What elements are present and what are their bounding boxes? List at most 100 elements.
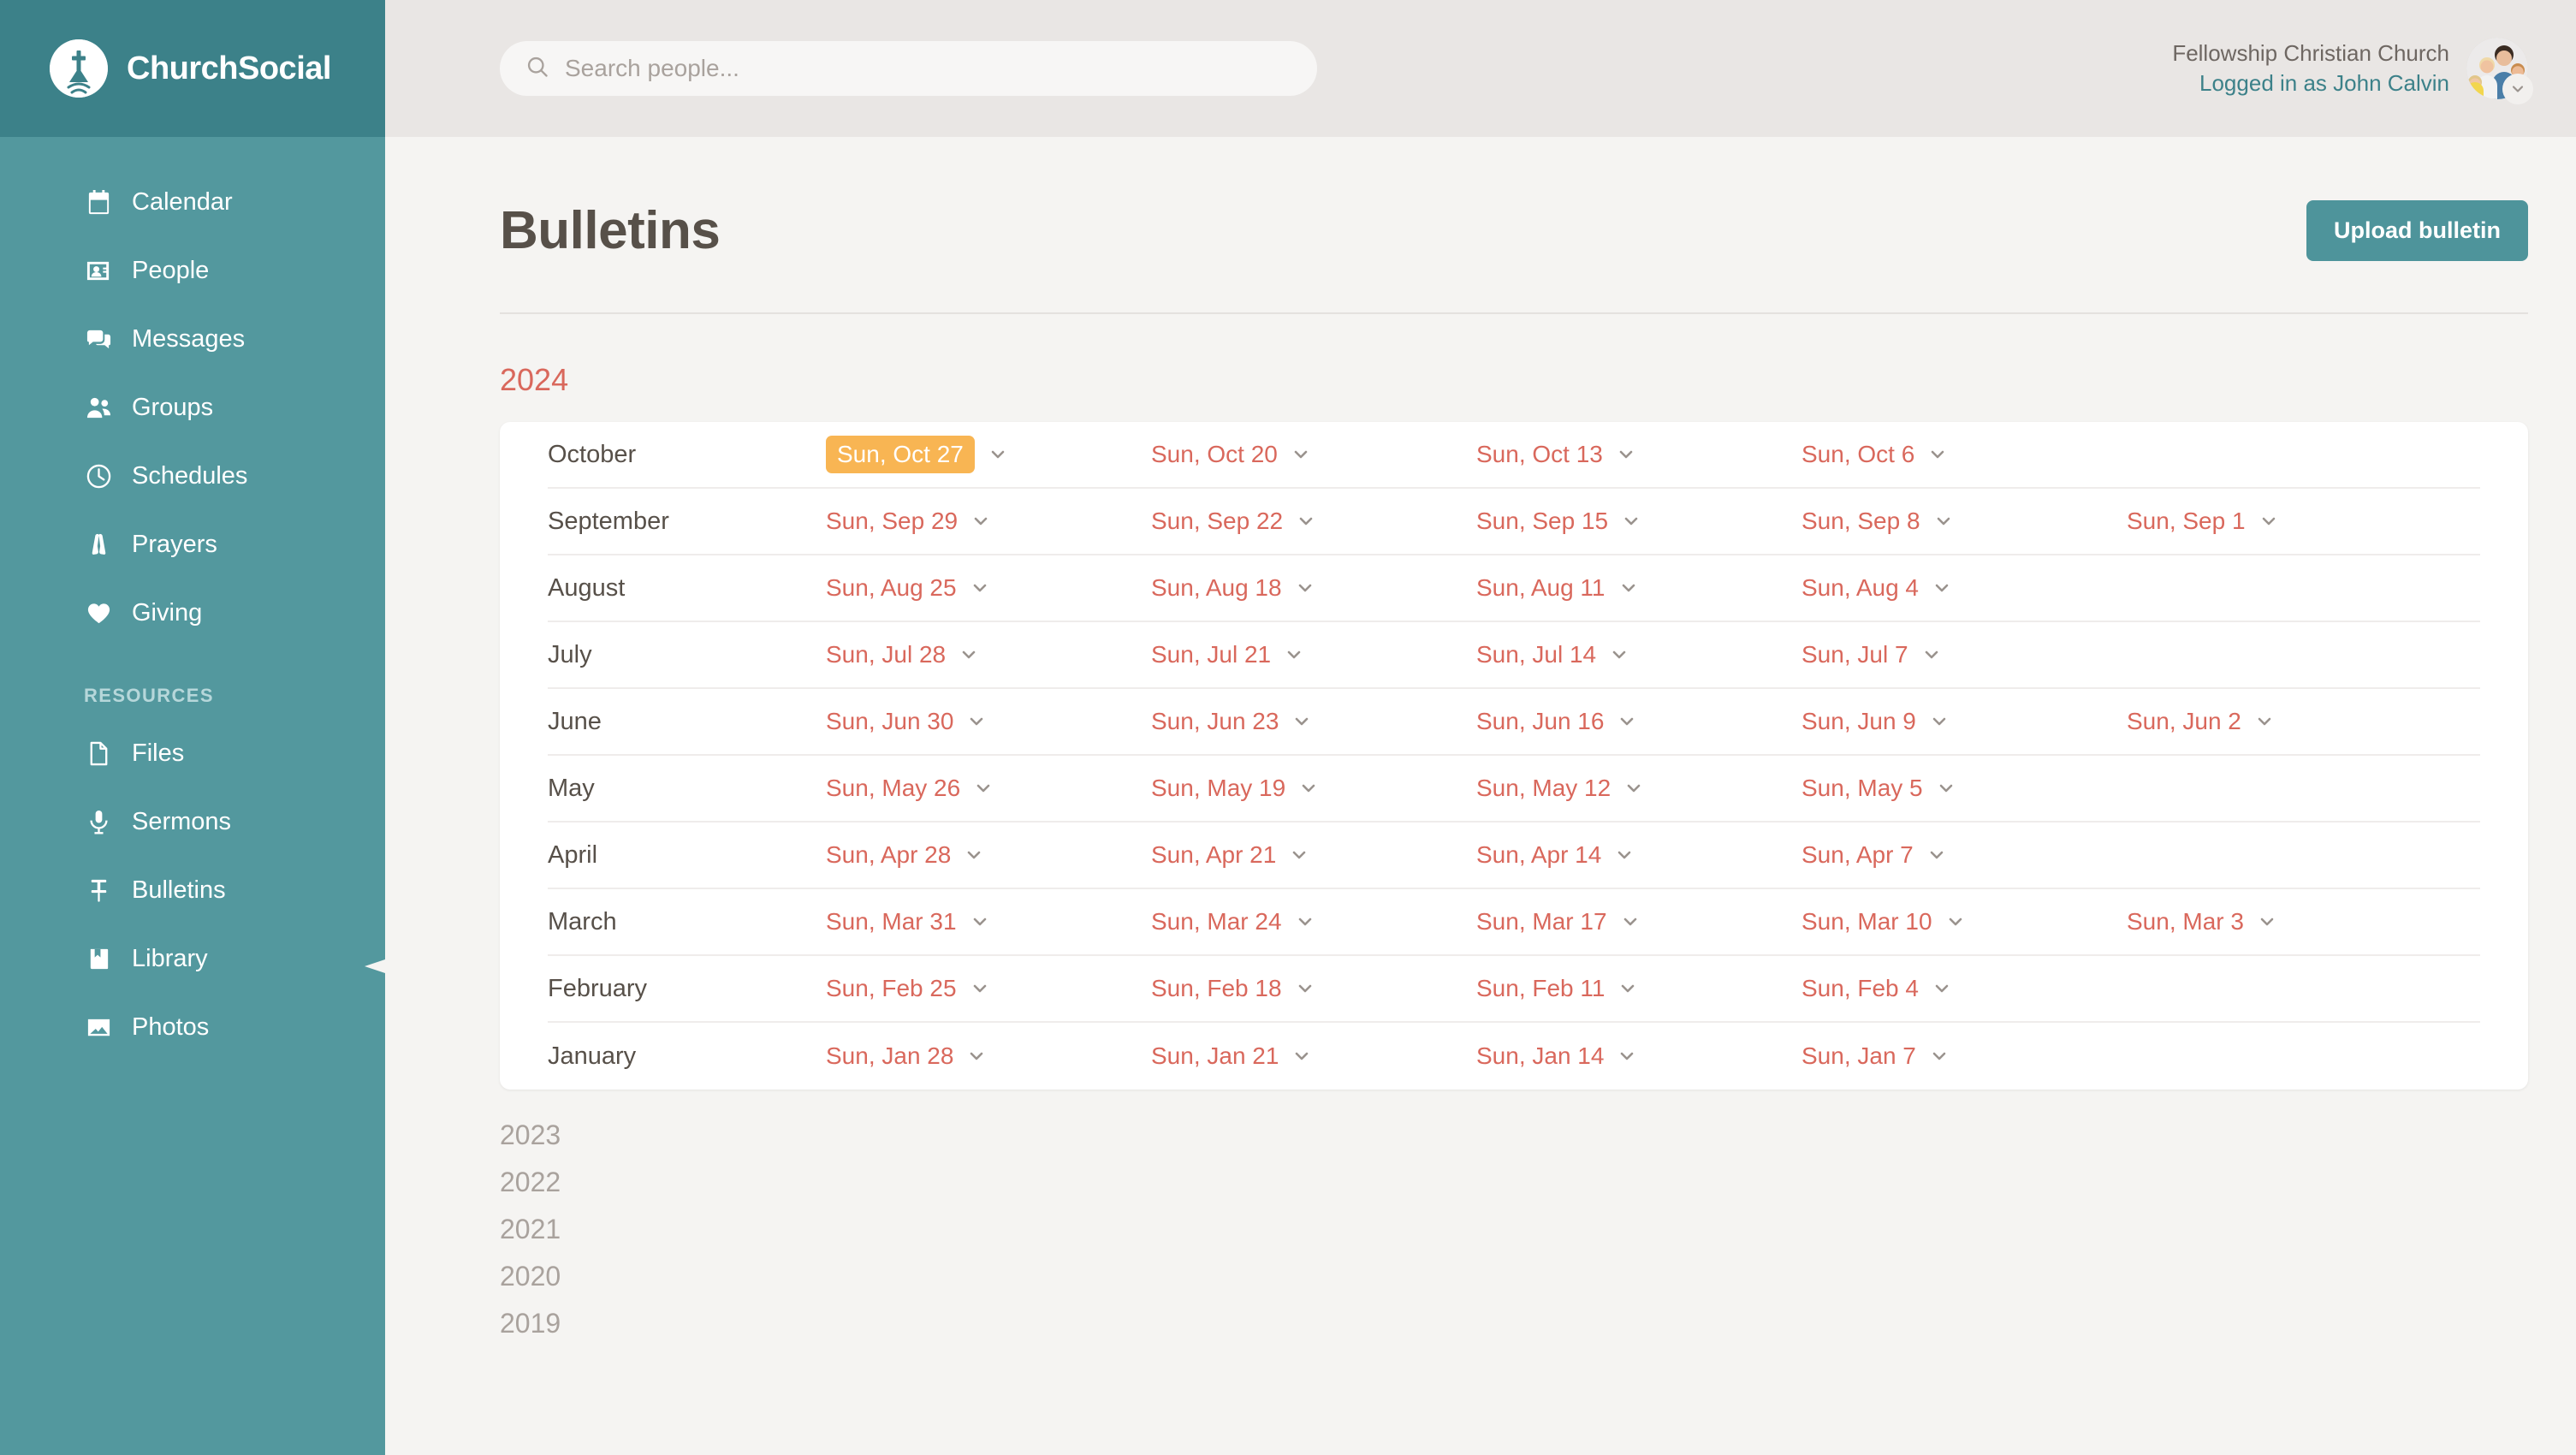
bulletin-date-link[interactable]: Sun, May 12 xyxy=(1476,775,1611,802)
year-link[interactable]: 2020 xyxy=(500,1253,2528,1300)
chevron-down-icon[interactable] xyxy=(1295,510,1317,532)
bulletin-date-link[interactable]: Sun, Oct 6 xyxy=(1801,441,1914,468)
chevron-down-icon[interactable] xyxy=(1617,977,1639,1000)
chevron-down-icon[interactable] xyxy=(1616,1045,1638,1067)
chevron-down-icon[interactable] xyxy=(1613,844,1635,866)
sidebar-item-sermons[interactable]: Sermons xyxy=(0,787,385,856)
chevron-down-icon[interactable] xyxy=(969,911,991,933)
chevron-down-icon[interactable] xyxy=(1608,644,1630,666)
chevron-down-icon[interactable] xyxy=(1291,710,1313,733)
bulletin-date-link[interactable]: Sun, Mar 31 xyxy=(826,908,957,935)
chevron-down-icon[interactable] xyxy=(1283,644,1305,666)
bulletin-date-link[interactable]: Sun, Jun 30 xyxy=(826,708,953,735)
bulletin-date-link[interactable]: Sun, Apr 7 xyxy=(1801,841,1914,869)
chevron-down-icon[interactable] xyxy=(970,510,992,532)
chevron-down-icon[interactable] xyxy=(1615,443,1637,466)
sidebar-item-prayers[interactable]: Prayers xyxy=(0,510,385,579)
chevron-down-icon[interactable] xyxy=(1931,977,1953,1000)
chevron-down-icon[interactable] xyxy=(1294,577,1316,599)
bulletin-date-link[interactable]: Sun, Feb 4 xyxy=(1801,975,1919,1002)
chevron-down-icon[interactable] xyxy=(1932,510,1955,532)
sidebar-item-people[interactable]: People xyxy=(0,236,385,305)
chevron-down-icon[interactable] xyxy=(1935,777,1957,799)
bulletin-date-link[interactable]: Sun, Feb 18 xyxy=(1151,975,1282,1002)
bulletin-date-link[interactable]: Sun, Apr 14 xyxy=(1476,841,1601,869)
sidebar-item-files[interactable]: Files xyxy=(0,719,385,787)
chevron-down-icon[interactable] xyxy=(1944,911,1967,933)
chevron-down-icon[interactable] xyxy=(1928,1045,1950,1067)
search-input[interactable]: Search people... xyxy=(500,41,1317,96)
bulletin-date-link[interactable]: Sun, Oct 20 xyxy=(1151,441,1278,468)
year-link[interactable]: 2019 xyxy=(500,1300,2528,1347)
bulletin-date-link[interactable]: Sun, Sep 29 xyxy=(826,508,958,535)
bulletin-date-link[interactable]: Sun, Oct 27 xyxy=(826,436,975,473)
bulletin-date-link[interactable]: Sun, Mar 3 xyxy=(2127,908,2244,935)
chevron-down-icon[interactable] xyxy=(965,1045,988,1067)
avatar-wrapper[interactable] xyxy=(2466,38,2533,104)
sidebar-item-giving[interactable]: Giving xyxy=(0,579,385,647)
chevron-down-icon[interactable] xyxy=(963,844,985,866)
bulletin-date-link[interactable]: Sun, May 19 xyxy=(1151,775,1285,802)
bulletin-date-link[interactable]: Sun, May 5 xyxy=(1801,775,1923,802)
chevron-down-icon[interactable] xyxy=(1920,644,1943,666)
chevron-down-icon[interactable] xyxy=(2258,510,2280,532)
year-link[interactable]: 2022 xyxy=(500,1159,2528,1206)
chevron-down-icon[interactable] xyxy=(969,977,991,1000)
bulletin-date-link[interactable]: Sun, Oct 13 xyxy=(1476,441,1603,468)
account-menu[interactable]: Fellowship Christian Church Logged in as… xyxy=(2172,38,2533,104)
bulletin-date-link[interactable]: Sun, Jan 28 xyxy=(826,1042,953,1070)
chevron-down-icon[interactable] xyxy=(1928,710,1950,733)
chevron-down-icon[interactable] xyxy=(1297,777,1320,799)
sidebar-collapse-handle[interactable] xyxy=(361,937,385,995)
bulletin-date-link[interactable]: Sun, Feb 11 xyxy=(1476,975,1605,1002)
bulletin-date-link[interactable]: Sun, Feb 25 xyxy=(826,975,957,1002)
sidebar-item-photos[interactable]: Photos xyxy=(0,993,385,1061)
bulletin-date-link[interactable]: Sun, Jan 21 xyxy=(1151,1042,1279,1070)
bulletin-date-link[interactable]: Sun, Apr 21 xyxy=(1151,841,1276,869)
sidebar-item-library[interactable]: Library xyxy=(0,924,385,993)
chevron-down-icon[interactable] xyxy=(1926,844,1948,866)
chevron-down-icon[interactable] xyxy=(1290,443,1312,466)
chevron-down-icon[interactable] xyxy=(1291,1045,1313,1067)
brand-header[interactable]: ChurchSocial xyxy=(0,0,385,137)
chevron-down-icon[interactable] xyxy=(1619,911,1641,933)
sidebar-item-bulletins[interactable]: Bulletins xyxy=(0,856,385,924)
bulletin-date-link[interactable]: Sun, Mar 17 xyxy=(1476,908,1607,935)
bulletin-date-link[interactable]: Sun, Sep 15 xyxy=(1476,508,1608,535)
sidebar-item-groups[interactable]: Groups xyxy=(0,373,385,442)
bulletin-date-link[interactable]: Sun, Sep 8 xyxy=(1801,508,1920,535)
bulletin-date-link[interactable]: Sun, Jul 21 xyxy=(1151,641,1271,668)
bulletin-date-link[interactable]: Sun, Mar 24 xyxy=(1151,908,1282,935)
chevron-down-icon[interactable] xyxy=(1623,777,1645,799)
bulletin-date-link[interactable]: Sun, Jan 7 xyxy=(1801,1042,1916,1070)
bulletin-date-link[interactable]: Sun, Sep 1 xyxy=(2127,508,2246,535)
sidebar-item-schedules[interactable]: Schedules xyxy=(0,442,385,510)
bulletin-date-link[interactable]: Sun, Mar 10 xyxy=(1801,908,1932,935)
chevron-down-icon[interactable] xyxy=(2256,911,2278,933)
chevron-down-icon[interactable] xyxy=(1620,510,1642,532)
bulletin-date-link[interactable]: Sun, Aug 18 xyxy=(1151,574,1282,602)
chevron-down-icon[interactable] xyxy=(2502,74,2533,104)
chevron-down-icon[interactable] xyxy=(2253,710,2276,733)
bulletin-date-link[interactable]: Sun, Jun 9 xyxy=(1801,708,1916,735)
bulletin-date-link[interactable]: Sun, Aug 11 xyxy=(1476,574,1606,602)
chevron-down-icon[interactable] xyxy=(1931,577,1953,599)
chevron-down-icon[interactable] xyxy=(1294,911,1316,933)
year-link[interactable]: 2021 xyxy=(500,1206,2528,1253)
chevron-down-icon[interactable] xyxy=(1926,443,1949,466)
bulletin-date-link[interactable]: Sun, Jul 7 xyxy=(1801,641,1908,668)
chevron-down-icon[interactable] xyxy=(1288,844,1310,866)
upload-bulletin-button[interactable]: Upload bulletin xyxy=(2306,200,2528,261)
chevron-down-icon[interactable] xyxy=(965,710,988,733)
chevron-down-icon[interactable] xyxy=(1294,977,1316,1000)
bulletin-date-link[interactable]: Sun, Aug 4 xyxy=(1801,574,1919,602)
bulletin-date-link[interactable]: Sun, Apr 28 xyxy=(826,841,951,869)
bulletin-date-link[interactable]: Sun, Jun 2 xyxy=(2127,708,2241,735)
bulletin-date-link[interactable]: Sun, Sep 22 xyxy=(1151,508,1283,535)
sidebar-item-calendar[interactable]: Calendar xyxy=(0,168,385,236)
bulletin-date-link[interactable]: Sun, Aug 25 xyxy=(826,574,957,602)
bulletin-date-link[interactable]: Sun, Jun 16 xyxy=(1476,708,1604,735)
chevron-down-icon[interactable] xyxy=(1616,710,1638,733)
year-link[interactable]: 2023 xyxy=(500,1112,2528,1159)
chevron-down-icon[interactable] xyxy=(972,777,994,799)
